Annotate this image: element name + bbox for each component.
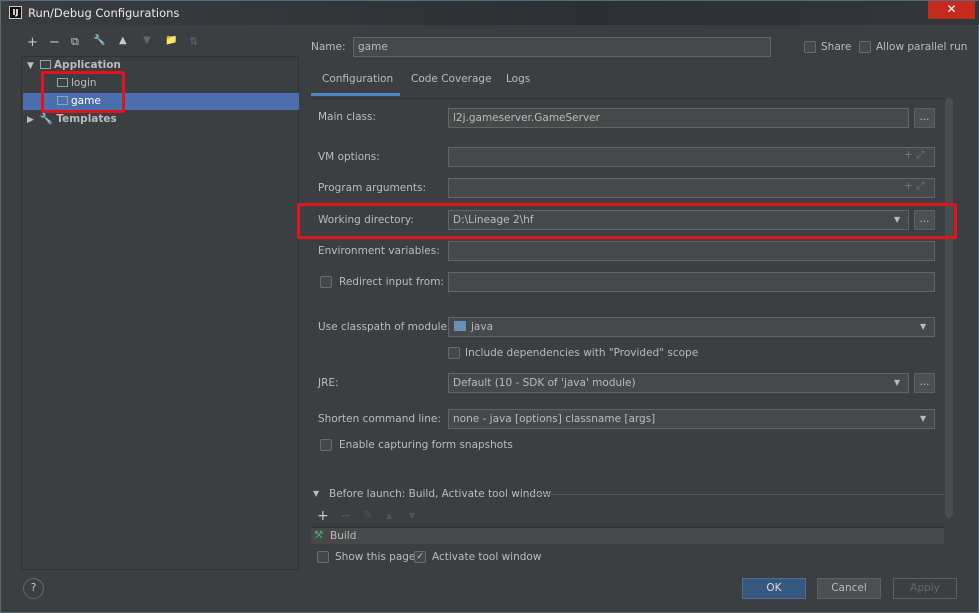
program-arguments-label: Program arguments: <box>318 182 426 194</box>
parallel-checkbox[interactable] <box>859 41 871 53</box>
application-icon <box>39 60 51 69</box>
expand-icon[interactable]: + ⤢ <box>904 180 925 193</box>
activate-tool-checkbox[interactable]: ✓ <box>414 551 426 563</box>
add-icon[interactable]: + <box>27 35 38 50</box>
form-snapshots-checkbox[interactable] <box>320 439 332 451</box>
classpath-module-select[interactable]: java <box>448 317 935 337</box>
highlight-box <box>41 71 125 113</box>
tab-code-coverage[interactable]: Code Coverage <box>411 73 492 93</box>
classpath-module-label: Use classpath of module: <box>318 321 451 333</box>
remove-task-icon: − <box>340 508 352 524</box>
ok-button[interactable]: OK <box>742 578 806 599</box>
edit-task-icon: ✎ <box>363 509 372 521</box>
redirect-input-label: Redirect input from: <box>339 276 444 288</box>
redirect-input-checkbox[interactable] <box>320 276 332 288</box>
shorten-command-label: Shorten command line: <box>318 413 441 425</box>
before-launch-title: Before launch: Build, Activate tool wind… <box>329 488 552 500</box>
help-button[interactable]: ? <box>23 578 44 599</box>
sort-icon: ⇅ <box>189 35 199 48</box>
task-label: Build <box>330 530 357 542</box>
activate-tool-label: Activate tool window <box>432 551 542 563</box>
expand-icon[interactable]: ▼ <box>27 61 34 71</box>
include-provided-checkbox[interactable] <box>448 347 460 359</box>
name-label: Name: <box>311 41 346 53</box>
shorten-command-select[interactable]: none - java [options] classname [args] <box>448 409 935 429</box>
highlight-box <box>297 203 957 239</box>
cancel-button[interactable]: Cancel <box>817 578 881 599</box>
jre-select[interactable]: Default (10 - SDK of 'java' module) <box>448 373 909 393</box>
collapse-icon[interactable]: ▼ <box>313 489 319 498</box>
form-snapshots-label: Enable capturing form snapshots <box>339 439 513 451</box>
window-title: Run/Debug Configurations <box>28 6 180 20</box>
jre-label: JRE: <box>318 377 339 389</box>
run-debug-dialog: IJ Run/Debug Configurations ✕ + − ⧉ 🔧 ▲ … <box>0 0 979 613</box>
apply-button: Apply <box>893 578 957 599</box>
dropdown-arrow-icon[interactable]: ▼ <box>894 378 900 387</box>
share-label: Share <box>821 41 852 53</box>
name-input[interactable]: game <box>353 37 771 57</box>
show-page-checkbox[interactable] <box>317 551 329 563</box>
config-tree: ▼ Application login game ▶ 🔧 Templates <box>21 56 299 570</box>
module-folder-icon <box>454 321 466 331</box>
scrollbar[interactable] <box>945 98 953 518</box>
expand-icon[interactable]: + ⤢ <box>904 149 925 162</box>
close-button[interactable]: ✕ <box>928 1 975 19</box>
show-page-label: Show this page <box>335 551 416 563</box>
hammer-icon: ⚒ <box>314 529 324 541</box>
separator <box>531 494 944 495</box>
share-checkbox[interactable] <box>804 41 816 53</box>
parallel-label: Allow parallel run <box>876 41 968 53</box>
vm-options-input[interactable] <box>448 147 935 167</box>
collapse-icon[interactable]: ▶ <box>27 115 34 125</box>
redirect-input-field[interactable] <box>448 272 935 292</box>
jre-browse-button[interactable]: ... <box>914 373 935 393</box>
move-up-icon: ▲ <box>386 511 393 520</box>
add-task-icon[interactable]: + <box>317 508 329 524</box>
intellij-icon: IJ <box>9 6 22 19</box>
title-bar: IJ Run/Debug Configurations ✕ <box>1 1 979 25</box>
main-class-browse-button[interactable]: ... <box>914 108 935 128</box>
dropdown-arrow-icon[interactable]: ▼ <box>920 414 926 423</box>
move-up-icon[interactable]: ▲ <box>119 35 127 46</box>
tab-configuration[interactable]: Configuration <box>322 73 393 93</box>
program-arguments-input[interactable] <box>448 178 935 198</box>
main-class-label: Main class: <box>318 111 377 123</box>
main-class-input[interactable]: l2j.gameserver.GameServer <box>448 108 909 128</box>
environment-variables-input[interactable] <box>448 241 935 261</box>
active-tab-indicator <box>311 93 400 96</box>
remove-icon[interactable]: − <box>49 35 60 50</box>
move-down-icon: ▼ <box>409 511 416 520</box>
wrench-icon: 🔧 <box>39 113 53 125</box>
folder-icon[interactable]: 📁 <box>165 35 177 46</box>
environment-variables-label: Environment variables: <box>318 245 440 257</box>
move-down-icon: ▼ <box>143 35 151 46</box>
task-row-build[interactable]: ⚒ Build <box>311 527 944 544</box>
copy-icon[interactable]: ⧉ <box>71 35 79 49</box>
tab-logs[interactable]: Logs <box>506 73 530 93</box>
wrench-icon[interactable]: 🔧 <box>93 35 105 46</box>
include-provided-label: Include dependencies with "Provided" sco… <box>465 347 699 359</box>
dropdown-arrow-icon[interactable]: ▼ <box>920 322 926 331</box>
tree-item-templates[interactable]: ▶ 🔧 Templates <box>23 111 299 128</box>
vm-options-label: VM options: <box>318 151 380 163</box>
